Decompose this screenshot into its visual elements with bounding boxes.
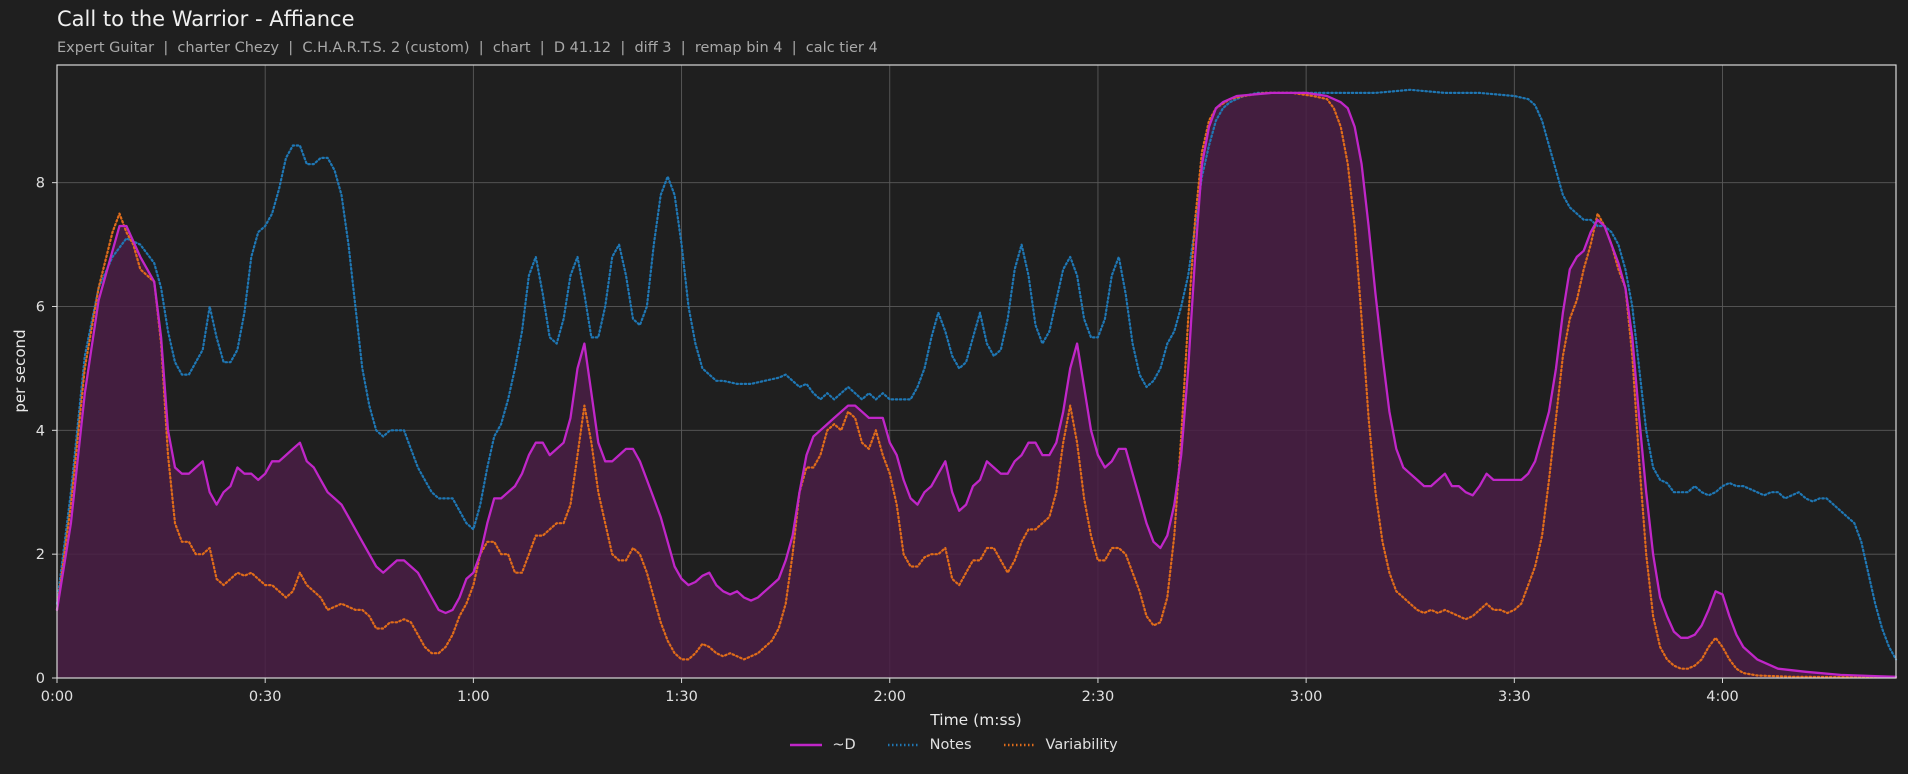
legend-item-variability: Variability [1003,737,1118,753]
line-chart: 0:00 0:30 1:00 1:30 2:00 2:30 3:00 3:30 4:00 0 2 4 6… [11,64,1898,729]
y-tick-label: 2 [36,547,45,563]
x-tick-label: 3:00 [1290,689,1323,705]
y-tick-label: 4 [36,423,45,439]
legend: ~D Notes Variability [0,737,1908,753]
legend-label-d: ~D [832,737,856,753]
y-tick-label: 0 [36,671,45,687]
x-tick-label: 0:30 [249,689,282,705]
x-tick-label: 4:00 [1706,689,1739,705]
y-tick-label: 6 [36,299,45,315]
legend-swatch-notes [887,743,920,747]
legend-label-notes: Notes [929,737,972,753]
series-area-d [57,92,1896,678]
legend-swatch-d [790,743,823,747]
x-tick-label: 0:00 [41,689,74,705]
x-tick-label: 3:30 [1498,689,1531,705]
series-fills [57,92,1896,678]
legend-label-variability: Variability [1045,737,1118,753]
x-tick-label: 2:00 [873,689,906,705]
legend-item-notes: Notes [887,737,972,753]
y-axis-label: per second [11,329,29,412]
x-tick-label: 1:00 [457,689,490,705]
x-tick-label: 1:30 [665,689,698,705]
x-axis-label: Time (m:ss) [929,711,1021,729]
x-tick-label: 2:30 [1082,689,1115,705]
y-tick-label: 8 [36,176,45,192]
legend-item-d: ~D [790,737,856,753]
legend-swatch-variability [1003,743,1036,747]
